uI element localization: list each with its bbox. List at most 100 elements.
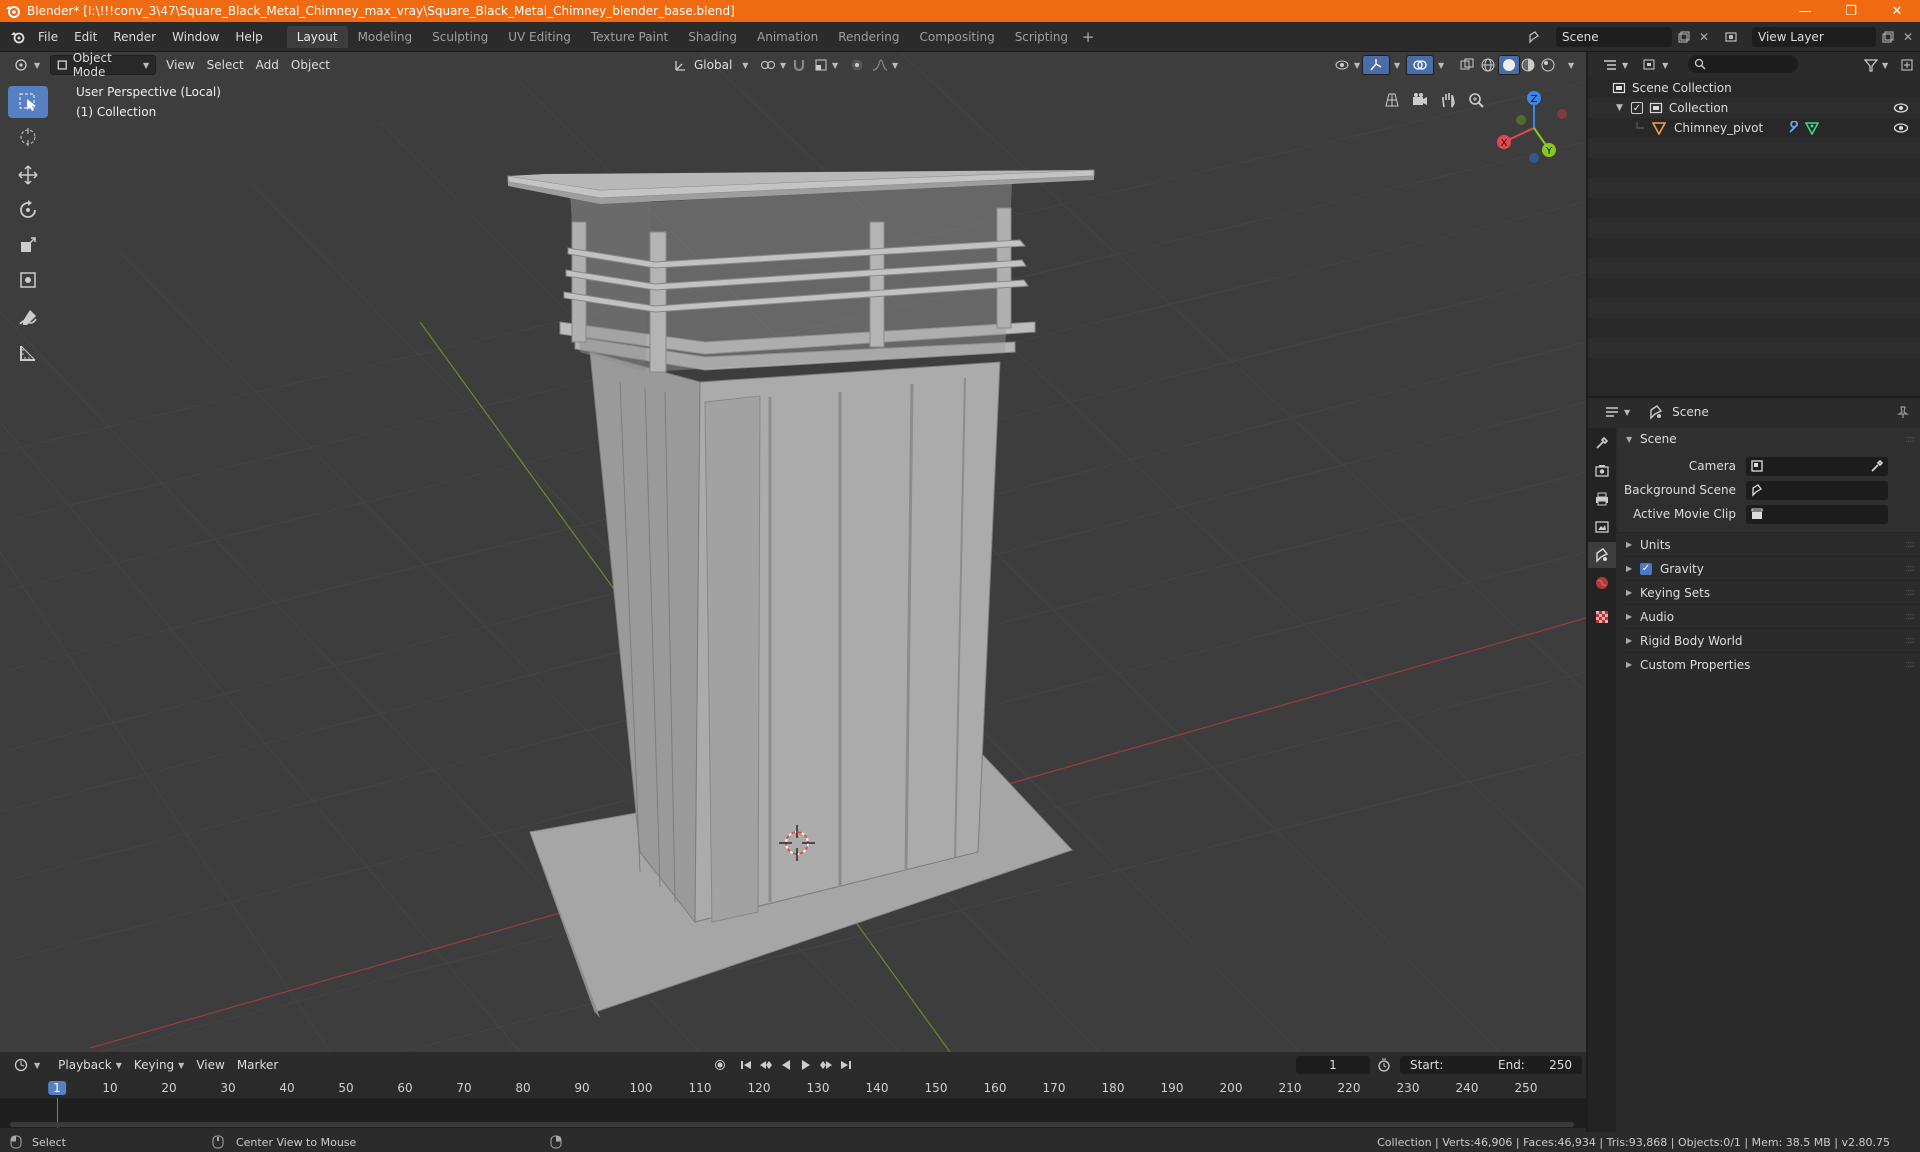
record-button[interactable] bbox=[710, 1055, 730, 1075]
tab-output[interactable] bbox=[1588, 486, 1616, 512]
timeline-scrollbar[interactable] bbox=[10, 1122, 1574, 1127]
custom-properties-panel-header[interactable]: ▶ Custom Properties :::: bbox=[1618, 652, 1920, 676]
shading-wireframe[interactable] bbox=[1478, 55, 1498, 75]
menu-file[interactable]: File bbox=[30, 27, 66, 47]
tab-shading[interactable]: Shading bbox=[678, 26, 747, 48]
annotate-tool[interactable] bbox=[8, 302, 48, 334]
camera-field[interactable] bbox=[1746, 456, 1888, 476]
viewport-menu-add[interactable]: Add bbox=[250, 55, 285, 75]
tab-scripting[interactable]: Scripting bbox=[1005, 26, 1078, 48]
jump-keyframe-forward-button[interactable] bbox=[816, 1055, 836, 1075]
new-view-layer-icon[interactable] bbox=[1878, 27, 1898, 47]
object-mode-dropdown[interactable]: Object Mode ▼ bbox=[50, 52, 157, 79]
tab-view-layer[interactable] bbox=[1588, 514, 1616, 540]
timeline-menu-playback[interactable]: Playback ▼ bbox=[52, 1055, 128, 1075]
jump-start-button[interactable] bbox=[736, 1055, 756, 1075]
display-mode-dropdown[interactable]: ▼ bbox=[1636, 55, 1674, 75]
shading-rendered[interactable] bbox=[1538, 55, 1558, 75]
transform-orientation-dropdown[interactable]: Global ▼ bbox=[668, 55, 754, 75]
outliner-filter-dropdown[interactable]: ▼ bbox=[1858, 55, 1894, 75]
jump-keyframe-back-button[interactable] bbox=[756, 1055, 776, 1075]
play-reverse-button[interactable] bbox=[776, 1055, 796, 1075]
mesh-data-icon[interactable] bbox=[1805, 121, 1820, 135]
tab-tool[interactable] bbox=[1588, 430, 1616, 456]
tab-sculpting[interactable]: Sculpting bbox=[422, 26, 498, 48]
gravity-panel-header[interactable]: ▶ ✓ Gravity :::: bbox=[1618, 556, 1920, 580]
camera-view-button[interactable] bbox=[1406, 86, 1434, 114]
scene-selector[interactable]: Scene bbox=[1556, 27, 1672, 47]
view-layer-browse-icon[interactable] bbox=[1722, 27, 1742, 47]
properties-editor-type-button[interactable]: ▼ bbox=[1598, 402, 1636, 422]
toggle-perspective-button[interactable] bbox=[1378, 86, 1406, 114]
overlays-dropdown[interactable]: ▼ bbox=[1428, 55, 1450, 75]
add-workspace-button[interactable]: + bbox=[1078, 26, 1098, 48]
select-box-tool[interactable] bbox=[8, 86, 48, 118]
minimize-button[interactable]: — bbox=[1782, 0, 1828, 22]
shading-material[interactable] bbox=[1518, 55, 1538, 75]
new-scene-icon[interactable] bbox=[1674, 27, 1694, 47]
timeline-track-area[interactable] bbox=[0, 1098, 1586, 1128]
panel-grip-icon[interactable]: :::: bbox=[1905, 563, 1916, 574]
audio-panel-header[interactable]: ▶ Audio :::: bbox=[1618, 604, 1920, 628]
outliner-row-collection[interactable]: ▼ ✓ Collection bbox=[1588, 98, 1920, 118]
collection-visibility-eye-icon[interactable] bbox=[1893, 102, 1909, 114]
viewport-canvas[interactable]: Z X Y bbox=[0, 52, 1586, 1052]
gravity-checkbox[interactable]: ✓ bbox=[1640, 562, 1652, 575]
object-visibility-eye-icon[interactable] bbox=[1893, 122, 1909, 134]
tab-uv-editing[interactable]: UV Editing bbox=[498, 26, 581, 48]
menu-window[interactable]: Window bbox=[164, 27, 227, 47]
object-visibility-dropdown[interactable]: ▼ bbox=[1328, 55, 1366, 75]
delete-view-layer-icon[interactable]: ✕ bbox=[1898, 27, 1918, 47]
proportional-falloff-dropdown[interactable]: ▼ bbox=[866, 55, 904, 75]
timeline-editor-type-button[interactable]: ▼ bbox=[8, 1055, 46, 1075]
timeline-menu-view[interactable]: View bbox=[190, 1055, 230, 1075]
tab-texture[interactable] bbox=[1588, 604, 1616, 630]
collection-exclude-checkbox[interactable]: ✓ bbox=[1630, 102, 1643, 114]
keying-sets-panel-header[interactable]: ▶ Keying Sets :::: bbox=[1618, 580, 1920, 604]
tab-compositing[interactable]: Compositing bbox=[909, 26, 1004, 48]
menu-render[interactable]: Render bbox=[105, 27, 164, 47]
expand-collection-icon[interactable]: ▼ bbox=[1616, 103, 1623, 113]
outliner-editor-type-button[interactable]: ▼ bbox=[1596, 55, 1634, 75]
panel-grip-icon[interactable]: :::: bbox=[1905, 635, 1916, 646]
units-panel-header[interactable]: ▶ Units :::: bbox=[1618, 532, 1920, 556]
timeline-ruler[interactable]: 1 10 20 30 40 50 60 70 80 90 100 110 120 130 140 150 160… bbox=[0, 1078, 1586, 1098]
scene-panel-header[interactable]: ▼ Scene :::: bbox=[1618, 428, 1920, 450]
maximize-button[interactable]: ❐ bbox=[1828, 0, 1874, 22]
shading-solid[interactable] bbox=[1498, 55, 1520, 75]
rotate-tool[interactable] bbox=[8, 194, 48, 226]
move-tool[interactable] bbox=[8, 159, 48, 191]
xray-toggle[interactable] bbox=[1454, 55, 1480, 75]
viewport-menu-select[interactable]: Select bbox=[201, 55, 250, 75]
panel-grip-icon[interactable]: :::: bbox=[1905, 539, 1916, 550]
end-frame-field[interactable]: End: 250 bbox=[1488, 1056, 1582, 1074]
zoom-view-button[interactable] bbox=[1462, 86, 1490, 114]
snap-target-dropdown[interactable]: ▼ bbox=[808, 55, 844, 75]
blender-menu-icon[interactable] bbox=[6, 27, 30, 47]
tab-world[interactable] bbox=[1588, 570, 1616, 596]
scene-browse-icon[interactable] bbox=[1524, 27, 1544, 47]
timeline-menu-keying[interactable]: Keying ▼ bbox=[128, 1055, 190, 1075]
new-collection-button[interactable] bbox=[1894, 55, 1920, 75]
menu-edit[interactable]: Edit bbox=[66, 27, 105, 47]
cursor-tool[interactable] bbox=[8, 121, 48, 153]
panel-grip-icon[interactable]: :::: bbox=[1905, 587, 1916, 598]
pan-view-button[interactable] bbox=[1434, 86, 1462, 114]
tab-layout[interactable]: Layout bbox=[286, 25, 348, 48]
viewport-menu-view[interactable]: View bbox=[160, 55, 200, 75]
outliner-search-input[interactable] bbox=[1688, 55, 1798, 73]
menu-help[interactable]: Help bbox=[227, 27, 270, 47]
pin-icon[interactable] bbox=[1896, 405, 1910, 419]
scale-tool[interactable] bbox=[8, 229, 48, 261]
background-scene-field[interactable] bbox=[1746, 480, 1888, 500]
active-movie-clip-field[interactable] bbox=[1746, 504, 1888, 524]
viewport-menu-object[interactable]: Object bbox=[285, 55, 336, 75]
play-button[interactable] bbox=[796, 1055, 816, 1075]
outliner-row-chimney-pivot[interactable]: Chimney_pivot bbox=[1588, 118, 1920, 138]
rigid-body-world-panel-header[interactable]: ▶ Rigid Body World :::: bbox=[1618, 628, 1920, 652]
tab-modeling[interactable]: Modeling bbox=[348, 26, 423, 48]
shading-dropdown[interactable]: ▼ bbox=[1558, 55, 1580, 75]
modifier-wrench-icon[interactable] bbox=[1787, 121, 1801, 135]
view-layer-selector[interactable]: View Layer bbox=[1752, 27, 1876, 47]
editor-type-button[interactable]: ▼ bbox=[8, 55, 46, 75]
